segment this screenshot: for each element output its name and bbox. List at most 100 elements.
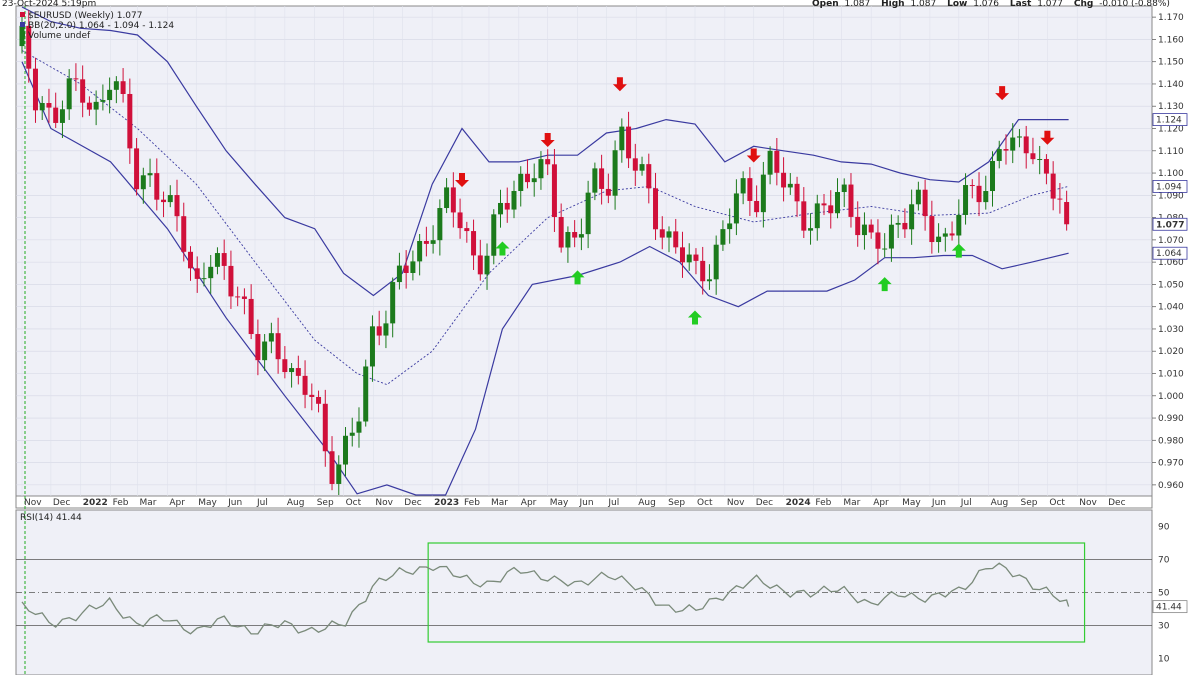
price-tick-label: 1.130 xyxy=(1158,102,1184,112)
candle-down xyxy=(450,187,456,213)
candle-up xyxy=(882,248,888,250)
candle-up xyxy=(834,192,840,214)
quote-bar: Open 1.087 High 1.087 Low 1.076 Last 1.0… xyxy=(812,0,1170,9)
volume-swatch xyxy=(20,32,25,37)
candle-down xyxy=(828,205,834,214)
candle-up xyxy=(396,265,402,283)
candle-down xyxy=(174,195,180,217)
time-tick-label: Mar xyxy=(140,498,157,508)
candle-down xyxy=(302,375,308,395)
candle-down xyxy=(504,202,510,210)
candle-down xyxy=(471,231,477,256)
price-tick-label: 1.120 xyxy=(1158,125,1184,135)
candle-up xyxy=(140,175,146,190)
time-tick-label: Apr xyxy=(169,498,185,508)
candle-down xyxy=(1064,202,1070,225)
time-tick-label: Jun xyxy=(227,498,242,508)
eurusd-chart: 1.170 1.160 1.150 1.140 1.130 1.120 1.110 1.100… xyxy=(0,0,1200,675)
candle-up xyxy=(639,164,645,171)
time-tick-label: Mar xyxy=(491,498,508,508)
candle-up xyxy=(390,282,396,324)
last-price-badge: 1.077 xyxy=(1156,220,1184,230)
time-tick-label: 2024 xyxy=(786,498,811,508)
candle-up xyxy=(619,126,625,151)
last-value: 1.077 xyxy=(1037,0,1063,9)
price-tick-label: 1.150 xyxy=(1158,58,1184,68)
candle-down xyxy=(747,178,753,201)
price-tick-label: 1.030 xyxy=(1158,325,1184,335)
candle-up xyxy=(113,81,119,90)
volume-legend: Volume undef xyxy=(28,31,91,41)
candle-up xyxy=(444,187,450,209)
candle-down xyxy=(1043,159,1049,174)
candle-up xyxy=(518,173,524,191)
candle-up xyxy=(713,244,719,280)
candle-up xyxy=(808,228,814,231)
candle-down xyxy=(653,188,659,230)
candle-up xyxy=(59,109,65,123)
candle-up xyxy=(767,150,773,175)
candle-down xyxy=(457,212,463,229)
time-tick-label: 2022 xyxy=(83,498,108,508)
time-tick-label: Aug xyxy=(287,498,305,508)
candle-up xyxy=(39,103,45,111)
candle-down xyxy=(187,251,193,269)
candle-down xyxy=(275,333,281,360)
candle-down xyxy=(848,184,854,217)
time-tick-label: Dec xyxy=(53,498,70,508)
candle-down xyxy=(228,265,234,297)
candle-up xyxy=(369,326,375,367)
candle-down xyxy=(868,224,874,233)
price-tick-label: 1.040 xyxy=(1158,303,1184,313)
candle-down xyxy=(794,183,800,202)
price-tick-label: 1.100 xyxy=(1158,169,1184,179)
candle-down xyxy=(558,216,564,248)
time-tick-label: Sep xyxy=(668,498,685,508)
candle-up xyxy=(289,368,295,373)
candle-up xyxy=(430,240,436,244)
open-label: Open xyxy=(812,0,839,9)
candle-up xyxy=(66,78,72,110)
candle-down xyxy=(632,158,638,171)
candle-down xyxy=(464,228,470,232)
price-tick-label: 0.980 xyxy=(1158,436,1184,446)
time-tick-label: Nov xyxy=(375,498,393,508)
candle-down xyxy=(821,203,827,206)
time-tick-label: Apr xyxy=(521,498,537,508)
candle-up xyxy=(147,173,153,176)
candle-up xyxy=(336,464,342,484)
candle-down xyxy=(626,126,632,159)
candle-down xyxy=(902,222,908,230)
candle-down xyxy=(329,451,335,484)
candle-down xyxy=(235,296,241,298)
candle-down xyxy=(46,103,52,108)
candle-down xyxy=(477,255,483,275)
candle-down xyxy=(120,81,126,94)
time-tick-label: Nov xyxy=(1079,498,1097,508)
candle-down xyxy=(241,296,247,299)
rsi-value-badge: 41.44 xyxy=(1156,603,1182,613)
time-tick-label: Sep xyxy=(1021,498,1038,508)
time-tick-label: Dec xyxy=(756,498,773,508)
candle-down xyxy=(599,168,605,189)
rsi-tick-label: 90 xyxy=(1158,523,1170,533)
time-tick-label: Nov xyxy=(727,498,745,508)
rsi-tick-label: 70 xyxy=(1158,556,1170,566)
rsi-legend: RSI(14) 41.44 xyxy=(20,513,82,523)
price-tick-label: 0.970 xyxy=(1158,459,1184,469)
candle-down xyxy=(181,216,187,252)
candle-down xyxy=(80,79,86,103)
candle-down xyxy=(1050,173,1056,199)
candle-down xyxy=(929,216,935,243)
candle-up xyxy=(349,432,355,436)
time-tick-label: Jul xyxy=(256,498,268,508)
price-tick-label: 1.050 xyxy=(1158,280,1184,290)
candle-up xyxy=(417,240,423,262)
candle-down xyxy=(403,265,409,273)
candle-up xyxy=(706,279,712,282)
candle-up xyxy=(511,190,517,210)
candle-up xyxy=(343,435,349,465)
time-tick-label: Nov xyxy=(24,498,42,508)
chg-value: -0.010 (-0.88%) xyxy=(1099,0,1170,9)
candle-down xyxy=(524,173,530,183)
